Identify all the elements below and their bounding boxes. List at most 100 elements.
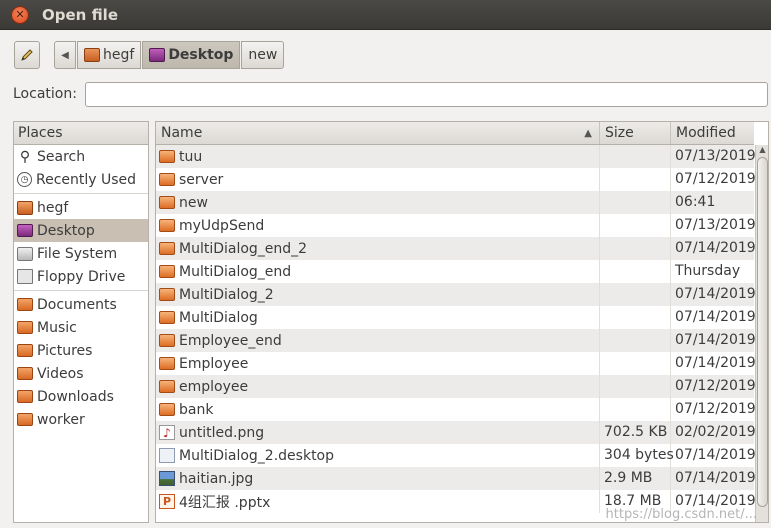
type-location-button[interactable] [14, 41, 40, 69]
file-name-cell: MultiDialog_2.desktop [156, 444, 600, 467]
file-modified: 07/12/2019 [675, 401, 756, 417]
place-item-music[interactable]: Music [14, 316, 148, 339]
file-name: new [179, 194, 208, 211]
column-header-size[interactable]: Size [600, 122, 671, 144]
file-row[interactable]: MultiDialog 07/14/2019 [156, 306, 756, 329]
path-crumb-new[interactable]: new [241, 41, 285, 69]
file-row[interactable]: MultiDialog_end_2 07/14/2019 [156, 237, 756, 260]
file-name: bank [179, 401, 214, 418]
pencil-icon [21, 49, 33, 61]
column-header-label: Modified [676, 125, 736, 141]
file-name-cell: MultiDialog_2 [156, 283, 600, 306]
file-row[interactable]: employee 07/12/2019 [156, 375, 756, 398]
scrollbar-thumb[interactable] [757, 157, 768, 507]
folder-icon [159, 380, 175, 393]
file-row[interactable]: myUdpSend 07/13/2019 [156, 214, 756, 237]
column-header-modified[interactable]: Modified [671, 122, 754, 144]
scroll-up-icon[interactable]: ▲ [756, 145, 768, 155]
file-name: myUdpSend [179, 217, 265, 234]
file-modified: 07/14/2019 [675, 470, 756, 486]
path-crumb-label: hegf [103, 47, 135, 63]
place-item-recently-used[interactable]: ◷ Recently Used [14, 168, 148, 191]
column-header-label: Size [605, 125, 634, 141]
file-row[interactable]: new 06:41 [156, 191, 754, 214]
file-name-cell: ♪ untitled.png [156, 421, 600, 444]
place-item-videos[interactable]: Videos [14, 362, 148, 385]
place-item-desktop[interactable]: Desktop [14, 219, 148, 242]
file-name-cell: myUdpSend [156, 214, 600, 237]
place-item-label: Recently Used [36, 171, 137, 188]
close-window-button[interactable]: ✕ [11, 5, 29, 24]
file-row[interactable]: Employee_end 07/14/2019 [156, 329, 756, 352]
desktop-icon [149, 48, 166, 62]
folder-icon [159, 288, 175, 301]
place-item-floppy-drive[interactable]: Floppy Drive [14, 265, 148, 288]
path-back-button[interactable]: ◀ [54, 41, 76, 69]
file-modified: 07/13/2019 [675, 148, 756, 164]
folder-icon [159, 403, 175, 416]
place-item-file-system[interactable]: File System [14, 242, 148, 265]
file-name-cell: server [156, 168, 600, 191]
file-name: haitian.jpg [179, 470, 254, 487]
folder-icon [159, 219, 175, 232]
file-modified: 07/14/2019 [675, 240, 756, 256]
folder-icon [17, 390, 33, 403]
location-input[interactable] [85, 82, 768, 107]
close-icon: ✕ [15, 8, 25, 21]
file-row[interactable]: MultiDialog_end Thursday [156, 260, 754, 283]
file-row[interactable]: MultiDialog_2 07/14/2019 [156, 283, 756, 306]
place-item-pictures[interactable]: Pictures [14, 339, 148, 362]
folder-icon [17, 321, 33, 334]
place-item-search[interactable]: ⚲ Search [14, 145, 148, 168]
file-name-cell: employee [156, 375, 600, 398]
image-file-icon: ♪ [159, 425, 175, 440]
file-size [600, 145, 671, 168]
file-list-header: Name ▲ Size Modified [156, 122, 754, 145]
place-item-label: Videos [37, 365, 84, 382]
place-item-documents[interactable]: Documents [14, 293, 148, 316]
file-name-cell: P 4组汇报 .pptx [156, 490, 600, 513]
file-name-cell: MultiDialog_end_2 [156, 237, 600, 260]
path-crumb-desktop[interactable]: Desktop [142, 41, 241, 69]
folder-icon [159, 150, 175, 163]
folder-icon [17, 367, 33, 380]
place-item-label: Desktop [37, 222, 95, 239]
file-size [600, 306, 671, 329]
file-row[interactable]: bank 07/12/2019 [156, 398, 756, 421]
file-row[interactable]: haitian.jpg 2.9 MB 07/14/2019 [156, 467, 756, 490]
file-size [600, 398, 671, 421]
file-name: MultiDialog_2.desktop [179, 447, 335, 464]
path-bar: ◀ hegf Desktop new [54, 41, 285, 69]
file-modified: 07/14/2019 [675, 355, 756, 371]
place-item-worker[interactable]: worker [14, 408, 148, 431]
file-row[interactable]: ♪ untitled.png 702.5 KB 02/02/2019 [156, 421, 756, 444]
column-header-name[interactable]: Name ▲ [156, 122, 600, 144]
file-row[interactable]: MultiDialog_2.desktop 304 bytes 07/14/2019 [156, 444, 756, 467]
folder-icon [159, 196, 175, 209]
file-name: MultiDialog_end_2 [179, 240, 308, 257]
desktop-file-icon [159, 448, 175, 463]
floppy-icon [17, 269, 33, 284]
file-modified: 07/14/2019 [675, 332, 756, 348]
path-crumb-label: new [248, 47, 278, 63]
desktop-icon [17, 224, 33, 237]
place-item-downloads[interactable]: Downloads [14, 385, 148, 408]
file-name-cell: haitian.jpg [156, 467, 600, 490]
search-icon: ⚲ [19, 148, 31, 165]
file-size [600, 329, 671, 352]
file-size: 304 bytes [600, 444, 674, 467]
file-size [600, 375, 671, 398]
file-row[interactable]: tuu 07/13/2019 [156, 145, 756, 168]
file-name-cell: bank [156, 398, 600, 421]
places-separator [14, 290, 148, 291]
vertical-scrollbar[interactable]: ▲ [755, 145, 768, 522]
file-modified: 07/12/2019 [675, 378, 756, 394]
file-row[interactable]: Employee 07/14/2019 [156, 352, 756, 375]
file-row[interactable]: server 07/12/2019 [156, 168, 756, 191]
path-crumb-hegf[interactable]: hegf [77, 41, 142, 69]
place-item-label: Search [37, 148, 86, 165]
file-name-cell: tuu [156, 145, 600, 168]
file-name: Employee_end [179, 332, 282, 349]
place-item-hegf[interactable]: hegf [14, 196, 148, 219]
place-item-label: Music [37, 319, 77, 336]
